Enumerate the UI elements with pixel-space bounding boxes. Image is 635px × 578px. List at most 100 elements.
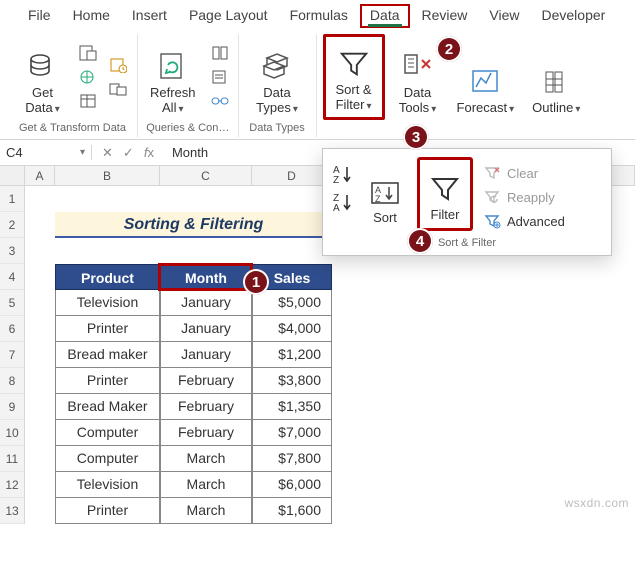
advanced-filter[interactable]: Advanced [479,211,569,231]
properties-icon[interactable] [208,67,232,87]
queries-icon[interactable] [208,43,232,63]
cell-sales[interactable]: $6,000 [252,472,332,498]
cell-sales[interactable]: $1,200 [252,342,332,368]
row-header[interactable]: 2 [0,212,25,238]
col-A[interactable]: A [25,166,55,185]
group-label-get: Get & Transform Data [19,120,126,137]
outline-icon [540,66,572,98]
sort-label: Sort [373,210,397,225]
col-D[interactable]: D [252,166,332,185]
get-data-mini-buttons-2 [106,55,130,99]
cell-product[interactable]: Printer [55,316,160,342]
cell-sales[interactable]: $4,000 [252,316,332,342]
row-header[interactable]: 10 [0,420,25,446]
row-header[interactable]: 9 [0,394,25,420]
cell-sales[interactable]: $5,000 [252,290,332,316]
clear-label: Clear [507,166,538,181]
callout-badge-3: 3 [403,124,429,150]
row-header[interactable]: 11 [0,446,25,472]
cell-month[interactable]: February [160,368,252,394]
sort-button[interactable]: AZ Sort [357,157,413,231]
data-types-button[interactable]: Data Types [250,34,304,120]
get-data-button[interactable]: Get Data [16,34,70,120]
tab-home[interactable]: Home [63,4,120,28]
cell-sales[interactable]: $1,350 [252,394,332,420]
col-B[interactable]: B [55,166,160,185]
refresh-all-button[interactable]: Refresh All [144,34,202,120]
row-header[interactable]: 8 [0,368,25,394]
row-header[interactable]: 1 [0,186,25,212]
th-product[interactable]: Product [55,264,160,290]
cell-product[interactable]: Computer [55,420,160,446]
cell-month[interactable]: February [160,394,252,420]
select-all-corner[interactable] [0,166,25,185]
tab-formulas[interactable]: Formulas [280,4,358,28]
cell-month[interactable]: March [160,472,252,498]
filter-side-options: Clear Reapply Advanced [479,157,569,231]
cell-month[interactable]: March [160,498,252,524]
cell-sales[interactable]: $1,600 [252,498,332,524]
tab-review[interactable]: Review [412,4,478,28]
name-box-dropdown-icon[interactable]: ▾ [80,147,85,158]
col-C[interactable]: C [160,166,252,185]
tab-data[interactable]: Data [360,4,410,28]
fx-icon[interactable]: fx [144,145,154,161]
cell-product[interactable]: Bread Maker [55,394,160,420]
advanced-icon [483,213,501,229]
row-header[interactable]: 6 [0,316,25,342]
cell-sales[interactable]: $7,000 [252,420,332,446]
cell-sales[interactable]: $3,800 [252,368,332,394]
row-header[interactable]: 12 [0,472,25,498]
cell-month[interactable]: March [160,446,252,472]
cell-month[interactable]: February [160,420,252,446]
row-header[interactable]: 4 [0,264,25,290]
tab-developer[interactable]: Developer [532,4,616,28]
row-header[interactable]: 3 [0,238,25,264]
cell-month[interactable]: January [160,342,252,368]
cell-product[interactable]: Bread maker [55,342,160,368]
get-data-mini-buttons [76,43,100,111]
forecast-icon [469,66,501,98]
th-month[interactable]: Month [160,264,252,290]
group-label-qc: Queries & Con… [146,120,229,137]
group-queries: Refresh All Queries & Con… [138,34,239,137]
existing-conn-icon[interactable] [106,79,130,99]
cell-month[interactable]: January [160,290,252,316]
from-text-icon[interactable] [76,43,100,63]
cell-sales[interactable]: $7,800 [252,446,332,472]
enter-icon[interactable]: ✓ [123,145,134,161]
cell-product[interactable]: Computer [55,446,160,472]
tab-file[interactable]: File [18,4,61,28]
get-data-label: Get Data [25,86,60,116]
row-header[interactable]: 7 [0,342,25,368]
queries-mini [208,43,232,111]
refresh-icon [157,51,189,83]
clear-filter: Clear [479,163,569,183]
from-web-icon[interactable] [76,67,100,87]
callout-badge-2: 2 [436,36,462,62]
outline-button[interactable]: Outline [526,34,586,120]
sort-asc-icon[interactable]: AZ [331,163,357,185]
cell-month[interactable]: January [160,316,252,342]
tab-page-layout[interactable]: Page Layout [179,4,278,28]
row-header[interactable]: 13 [0,498,25,524]
tab-view[interactable]: View [479,4,529,28]
cell-product[interactable]: Television [55,472,160,498]
edit-links-icon[interactable] [208,91,232,111]
sort-filter-button[interactable]: Sort & Filter [323,34,385,120]
svg-text:Z: Z [333,175,339,185]
cancel-icon[interactable]: ✕ [102,145,113,161]
name-box[interactable]: C4 ▾ [0,145,92,160]
cell-product[interactable]: Printer [55,498,160,524]
row-header[interactable]: 5 [0,290,25,316]
dropdown-group-label: Sort & Filter [331,237,603,249]
from-table-icon[interactable] [76,91,100,111]
filter-button[interactable]: Filter [417,157,473,231]
cell-product[interactable]: Printer [55,368,160,394]
sort-desc-icon[interactable]: ZA [331,191,357,213]
recent-sources-icon[interactable] [106,55,130,75]
tab-insert[interactable]: Insert [122,4,177,28]
reapply-label: Reapply [507,190,555,205]
sort-filter-label: Sort & Filter [335,83,371,113]
cell-product[interactable]: Television [55,290,160,316]
